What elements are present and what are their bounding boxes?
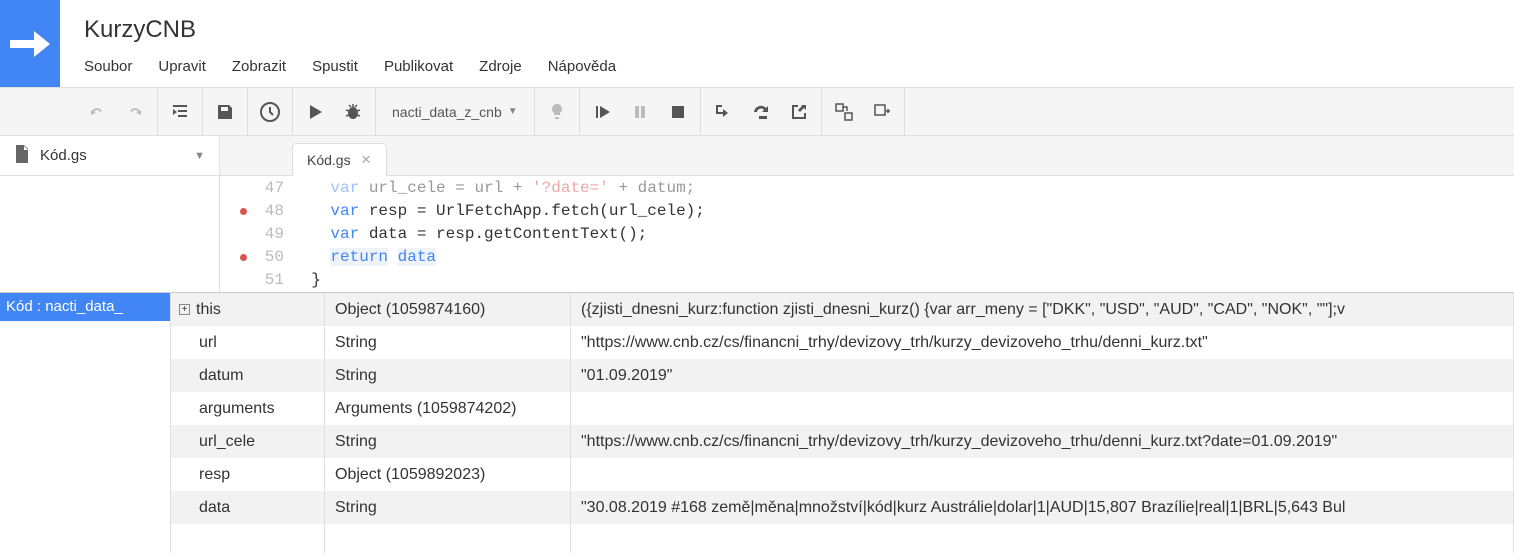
triggers-icon[interactable]: [258, 100, 282, 124]
var-type-column: Object (1059874160)StringStringArguments…: [325, 293, 571, 553]
var-type-cell: Object (1059874160): [325, 293, 570, 326]
logo-arrow-icon[interactable]: [0, 0, 60, 87]
step-over-icon[interactable]: [749, 100, 773, 124]
code-line[interactable]: return data: [292, 246, 1514, 269]
breakpoint-dot[interactable]: [240, 254, 247, 261]
stop-icon[interactable]: [666, 100, 690, 124]
var-type-cell: Object (1059892023): [325, 458, 570, 491]
breakpoint-dot[interactable]: [240, 208, 247, 215]
save-icon[interactable]: [213, 100, 237, 124]
editor-tabs: Kód.gs ✕: [220, 136, 1514, 176]
undo-icon: [85, 100, 109, 124]
var-name-column: +thisurldatumargumentsurl_celerespdata: [171, 293, 325, 553]
menu-item[interactable]: Soubor: [84, 58, 132, 75]
toolbar: nacti_data_z_cnb ▼: [0, 88, 1514, 136]
var-name-cell[interactable]: resp: [171, 458, 324, 491]
var-value-cell: "30.08.2019 #168 země|měna|množství|kód|…: [571, 491, 1513, 524]
call-stack: Kód : nacti_data_: [0, 293, 170, 553]
step-out-icon[interactable]: [787, 100, 811, 124]
gutter-line[interactable]: 51: [220, 269, 284, 292]
code-line[interactable]: }: [292, 269, 1514, 292]
gutter-line[interactable]: 50: [220, 246, 284, 269]
tab-label: Kód.gs: [307, 152, 351, 168]
menu-bar: Soubor Upravit Zobrazit Spustit Publikovat Zd…: [84, 44, 1514, 75]
menu-item[interactable]: Zobrazit: [232, 58, 286, 75]
var-value-cell: "01.09.2019": [571, 359, 1513, 392]
var-name-cell[interactable]: +this: [171, 293, 324, 326]
gutter-line[interactable]: 47: [220, 177, 284, 200]
file-menu-caret-icon[interactable]: ▼: [194, 150, 205, 162]
run-icon[interactable]: [303, 100, 327, 124]
debug-icon[interactable]: [341, 100, 365, 124]
var-value-cell: "https://www.cnb.cz/cs/financni_trhy/dev…: [571, 425, 1513, 458]
var-value-cell: [571, 458, 1513, 491]
menu-item[interactable]: Spustit: [312, 58, 358, 75]
editor-tab[interactable]: Kód.gs ✕: [292, 143, 387, 176]
code-line[interactable]: var data = resp.getContentText();: [292, 223, 1514, 246]
tab-close-icon[interactable]: ✕: [361, 152, 372, 168]
gutter-line[interactable]: 48: [220, 200, 284, 223]
var-name-cell[interactable]: arguments: [171, 392, 324, 425]
pause-icon: [628, 100, 652, 124]
var-name-cell[interactable]: data: [171, 491, 324, 524]
var-type-cell: String: [325, 326, 570, 359]
var-type-cell: String: [325, 425, 570, 458]
file-panel: Kód.gs ▼: [0, 136, 220, 292]
var-type-cell: Arguments (1059874202): [325, 392, 570, 425]
caret-down-icon: ▼: [508, 106, 518, 117]
continue-icon[interactable]: [590, 100, 614, 124]
var-name-cell[interactable]: datum: [171, 359, 324, 392]
var-type-cell: String: [325, 359, 570, 392]
var-name-cell[interactable]: url: [171, 326, 324, 359]
var-value-cell: "https://www.cnb.cz/cs/financni_trhy/dev…: [571, 326, 1513, 359]
gutter-line[interactable]: 49: [220, 223, 284, 246]
debug-panel: Kód : nacti_data_ +thisurldatumarguments…: [0, 293, 1514, 553]
code-editor[interactable]: 4748495051 var url_cele = url + '?date='…: [220, 176, 1514, 292]
file-name-label: Kód.gs: [40, 147, 87, 164]
menu-item[interactable]: Upravit: [158, 58, 206, 75]
clear-breakpoints-icon[interactable]: [870, 100, 894, 124]
breakpoints-icon[interactable]: [832, 100, 856, 124]
var-value-cell: ({zjisti_dnesni_kurz:function zjisti_dne…: [571, 293, 1513, 326]
variables-table: +thisurldatumargumentsurl_celerespdata O…: [170, 293, 1514, 553]
step-in-icon[interactable]: [711, 100, 735, 124]
redo-icon: [123, 100, 147, 124]
code-line[interactable]: var resp = UrlFetchApp.fetch(url_cele);: [292, 200, 1514, 223]
file-item[interactable]: Kód.gs ▼: [0, 136, 219, 176]
var-value-cell: [571, 392, 1513, 425]
var-type-cell: String: [325, 491, 570, 524]
var-name-cell[interactable]: url_cele: [171, 425, 324, 458]
editor-panel: Kód.gs ✕ 4748495051 var url_cele = url +…: [220, 136, 1514, 292]
line-gutter[interactable]: 4748495051: [220, 177, 292, 292]
menu-item[interactable]: Zdroje: [479, 58, 522, 75]
code-content[interactable]: var url_cele = url + '?date=' + datum; v…: [292, 177, 1514, 292]
var-value-column: ({zjisti_dnesni_kurz:function zjisti_dne…: [571, 293, 1514, 553]
indent-icon[interactable]: [168, 100, 192, 124]
function-selector-label: nacti_data_z_cnb: [392, 104, 502, 120]
code-line[interactable]: var url_cele = url + '?date=' + datum;: [292, 177, 1514, 200]
app-header: KurzyCNB Soubor Upravit Zobrazit Spustit Pub…: [0, 0, 1514, 88]
project-title[interactable]: KurzyCNB: [84, 0, 1514, 44]
expand-icon[interactable]: +: [179, 304, 190, 315]
file-icon: [14, 145, 30, 166]
function-selector[interactable]: nacti_data_z_cnb ▼: [386, 104, 524, 120]
main-area: Kód.gs ▼ Kód.gs ✕ 4748495051 var url_cel…: [0, 136, 1514, 293]
lightbulb-icon: [545, 100, 569, 124]
stack-frame[interactable]: Kód : nacti_data_: [0, 293, 170, 321]
menu-item[interactable]: Publikovat: [384, 58, 453, 75]
menu-item[interactable]: Nápověda: [548, 58, 616, 75]
